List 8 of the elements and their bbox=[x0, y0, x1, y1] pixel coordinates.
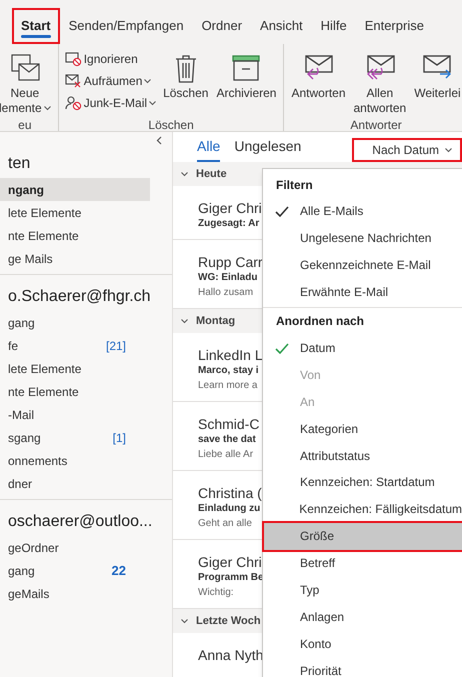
ribbon-group-label: Antworter bbox=[349, 117, 403, 132]
unread-count: [1] bbox=[112, 430, 126, 446]
menu-section-title: Filtern bbox=[275, 176, 314, 194]
ribbon-group-label: Löschen bbox=[147, 117, 195, 132]
ribbon-group-label: eu bbox=[17, 117, 33, 132]
menu-section-title: Anordnen nach bbox=[275, 313, 366, 330]
unread-count: [21] bbox=[106, 338, 126, 354]
unread-count: 22 bbox=[112, 562, 126, 580]
